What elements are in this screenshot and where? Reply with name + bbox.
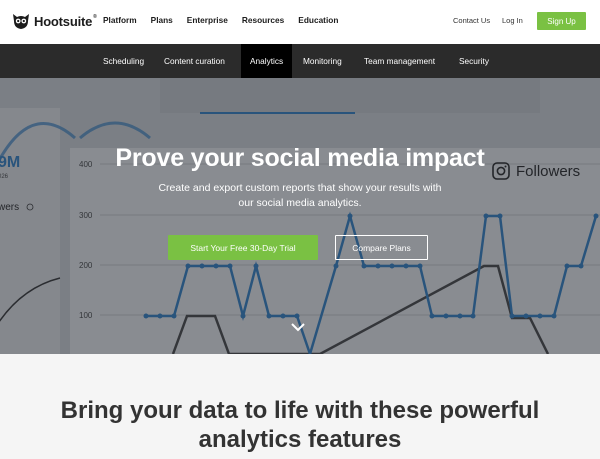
hero-subtitle: Create and export custom reports that sh… <box>158 182 442 209</box>
tab-monitoring[interactable]: Monitoring <box>303 44 342 78</box>
product-subnav: Scheduling Content curation Analytics Mo… <box>0 44 600 78</box>
sign-up-button[interactable]: Sign Up <box>537 12 586 30</box>
brand-name: Hootsuite® <box>34 13 97 29</box>
hero-title: Prove your social media impact <box>115 144 485 172</box>
tab-security[interactable]: Security <box>459 44 489 78</box>
nav-enterprise[interactable]: Enterprise <box>187 15 228 25</box>
features-heading-line1: Bring your data to life with these power… <box>60 397 540 424</box>
start-free-trial-button[interactable]: Start Your Free 30-Day Trial <box>168 235 318 260</box>
main-nav: Platform Plans Enterprise Resources Educ… <box>103 15 352 25</box>
tab-content-curation[interactable]: Content curation <box>164 44 225 78</box>
nav-plans[interactable]: Plans <box>151 15 173 25</box>
features-heading: Bring your data to life with these power… <box>0 396 600 454</box>
tab-team-management[interactable]: Team management <box>364 44 435 78</box>
compare-plans-button[interactable]: Compare Plans <box>335 235 428 260</box>
nav-education[interactable]: Education <box>298 15 338 25</box>
chevron-down-icon[interactable] <box>290 322 306 332</box>
nav-platform[interactable]: Platform <box>103 15 137 25</box>
contact-us-link[interactable]: Contact Us <box>453 16 490 25</box>
log-in-link[interactable]: Log In <box>502 16 523 25</box>
hero-overlay <box>0 78 600 354</box>
tab-analytics[interactable]: Analytics <box>241 44 293 78</box>
nav-resources[interactable]: Resources <box>242 15 284 25</box>
owl-logo-icon <box>13 14 29 29</box>
features-section: Bring your data to life with these power… <box>0 354 600 459</box>
top-navigation: Hootsuite® Platform Plans Enterprise Res… <box>0 0 600 44</box>
tab-scheduling[interactable]: Scheduling <box>103 44 144 78</box>
hero-section: 9M 026 wers 400 300 200 100 <box>0 78 600 354</box>
hootsuite-logo[interactable]: Hootsuite® <box>11 11 97 31</box>
features-heading-line2: analytics features <box>198 426 402 453</box>
